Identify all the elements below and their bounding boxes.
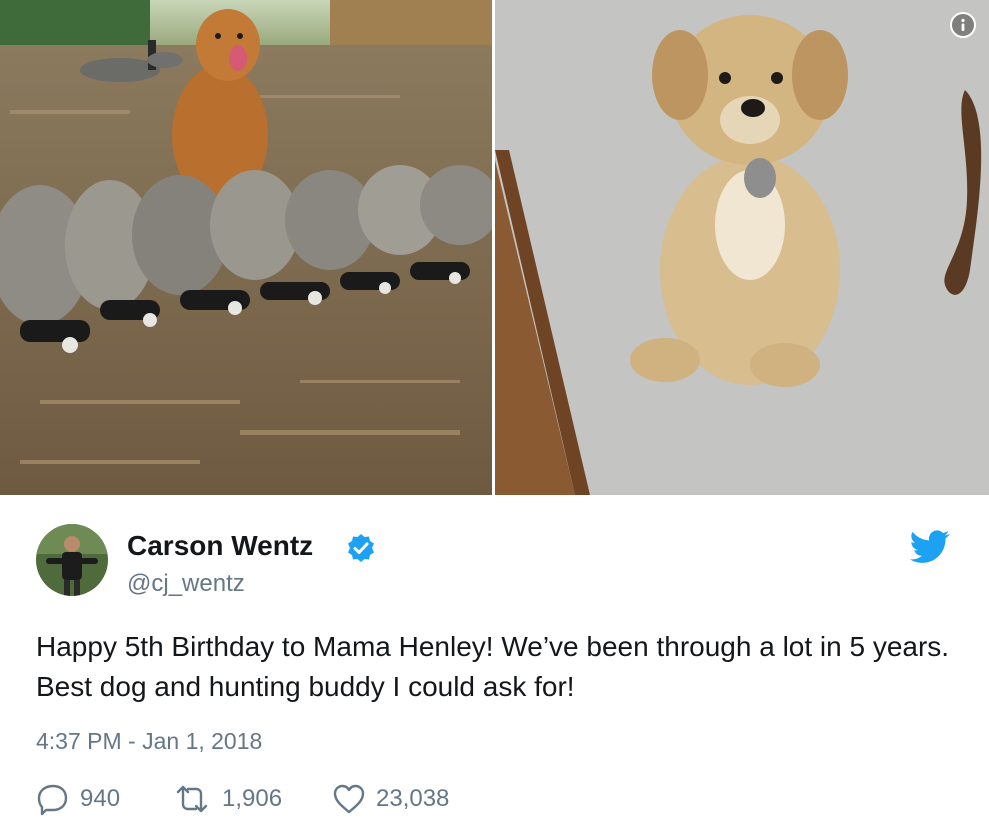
- dog-with-geese-image: [0, 0, 492, 495]
- author-handle[interactable]: @cj_wentz: [127, 569, 245, 599]
- author-name[interactable]: Carson Wentz: [127, 529, 313, 563]
- info-glyph: [961, 18, 965, 31]
- photo-dog-with-geese[interactable]: [0, 0, 492, 495]
- tweet-text: Happy 5th Birthday to Mama Henley! We’ve…: [36, 631, 950, 702]
- retweet-button[interactable]: 1,906: [172, 781, 282, 817]
- reply-icon: [37, 784, 68, 816]
- reply-button[interactable]: 940: [36, 781, 120, 817]
- photo-puppy[interactable]: [495, 0, 989, 495]
- verified-badge-icon: [346, 533, 376, 563]
- info-icon[interactable]: [950, 12, 976, 38]
- tweet-timestamp[interactable]: 4:37 PM - Jan 1, 2018: [36, 726, 262, 756]
- reply-count: 940: [80, 785, 121, 812]
- retweet-icon: [176, 785, 208, 813]
- tweet-media: [0, 0, 989, 495]
- retweet-count: 1,906: [222, 785, 283, 812]
- heart-icon: [333, 784, 365, 814]
- twitter-bird-glyph: [909, 530, 950, 563]
- twitter-bird-icon[interactable]: [909, 530, 950, 564]
- like-count: 23,038: [376, 785, 450, 812]
- puppy-image: [495, 0, 989, 495]
- like-button[interactable]: 23,038: [332, 781, 449, 817]
- avatar-image: [36, 524, 108, 596]
- verified-glyph: [348, 534, 374, 562]
- avatar[interactable]: [36, 524, 108, 596]
